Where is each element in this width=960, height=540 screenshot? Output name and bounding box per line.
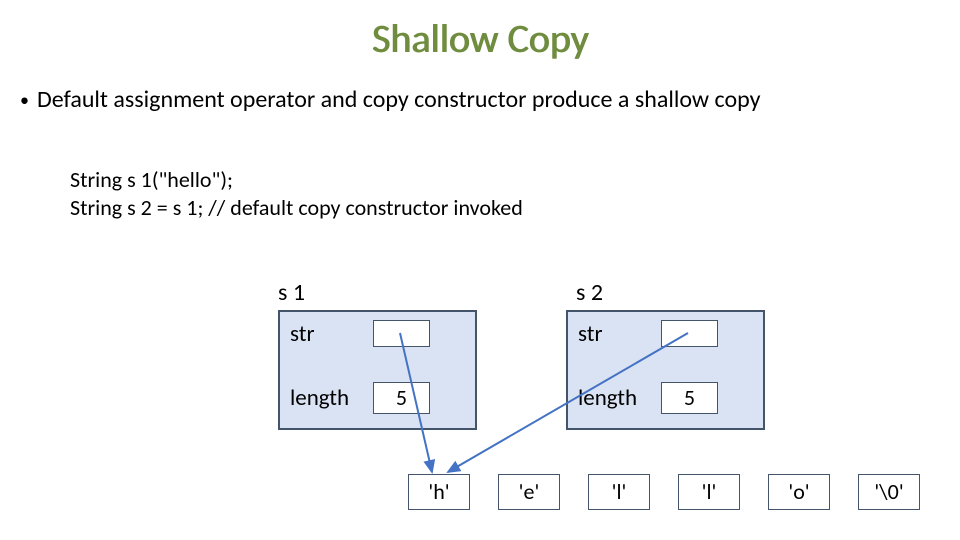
char-cell-4: 'o' [768, 474, 830, 510]
s2-length-value: 5 [661, 382, 718, 414]
bullet-text: Default assignment operator and copy con… [37, 86, 760, 114]
s2-label: s 2 [576, 278, 603, 307]
s2-str-label: str [578, 320, 602, 348]
bullet-item: • Default assignment operator and copy c… [20, 86, 940, 114]
code-block: String s 1("hello"); String s 2 = s 1; /… [70, 166, 523, 221]
s1-str-ptr [373, 320, 430, 347]
s1-length-label: length [290, 384, 349, 412]
s2-str-ptr [661, 320, 718, 347]
code-line-1: String s 1("hello"); [70, 166, 523, 194]
s1-label: s 1 [278, 278, 305, 307]
char-cell-3: 'l' [678, 474, 740, 510]
char-cell-5: '\0' [858, 474, 920, 510]
char-cell-0: 'h' [408, 474, 470, 510]
code-line-2: String s 2 = s 1; // default copy constr… [70, 194, 523, 222]
s2-length-label: length [578, 384, 637, 412]
page-title: Shallow Copy [0, 14, 960, 63]
bullet-dot: • [20, 90, 29, 111]
s1-length-value: 5 [373, 382, 430, 414]
arrows-svg [0, 0, 960, 540]
char-cell-2: 'l' [588, 474, 650, 510]
char-cell-1: 'e' [498, 474, 560, 510]
s1-str-label: str [290, 320, 314, 348]
